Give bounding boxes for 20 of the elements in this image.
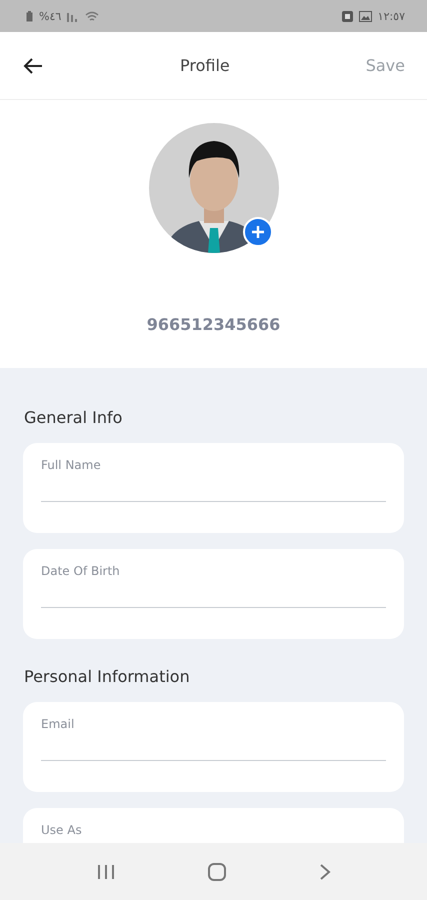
save-button[interactable]: Save <box>366 56 405 75</box>
page-title: Profile <box>178 56 231 75</box>
field-label: Use As <box>41 823 83 837</box>
plus-icon <box>250 225 264 239</box>
home-icon[interactable] <box>207 862 228 882</box>
recent-apps-icon[interactable] <box>96 864 116 880</box>
phone-number: 966512345666 <box>146 315 280 334</box>
chevron-right-icon[interactable] <box>319 862 332 880</box>
clock: ١٢:٥٧ <box>378 10 405 22</box>
notification-icon <box>342 10 353 22</box>
wifi-icon <box>85 10 100 22</box>
battery-percent: %٤٦ <box>39 10 62 22</box>
image-icon <box>358 10 372 22</box>
field-label: Full Name <box>41 458 102 472</box>
section-title: General Info <box>24 408 124 427</box>
signal-icon <box>67 10 80 22</box>
battery-icon <box>26 10 33 22</box>
field-label: Date Of Birth <box>41 564 121 578</box>
field-label: Email <box>41 717 76 731</box>
section-title: Personal Information <box>24 667 191 686</box>
